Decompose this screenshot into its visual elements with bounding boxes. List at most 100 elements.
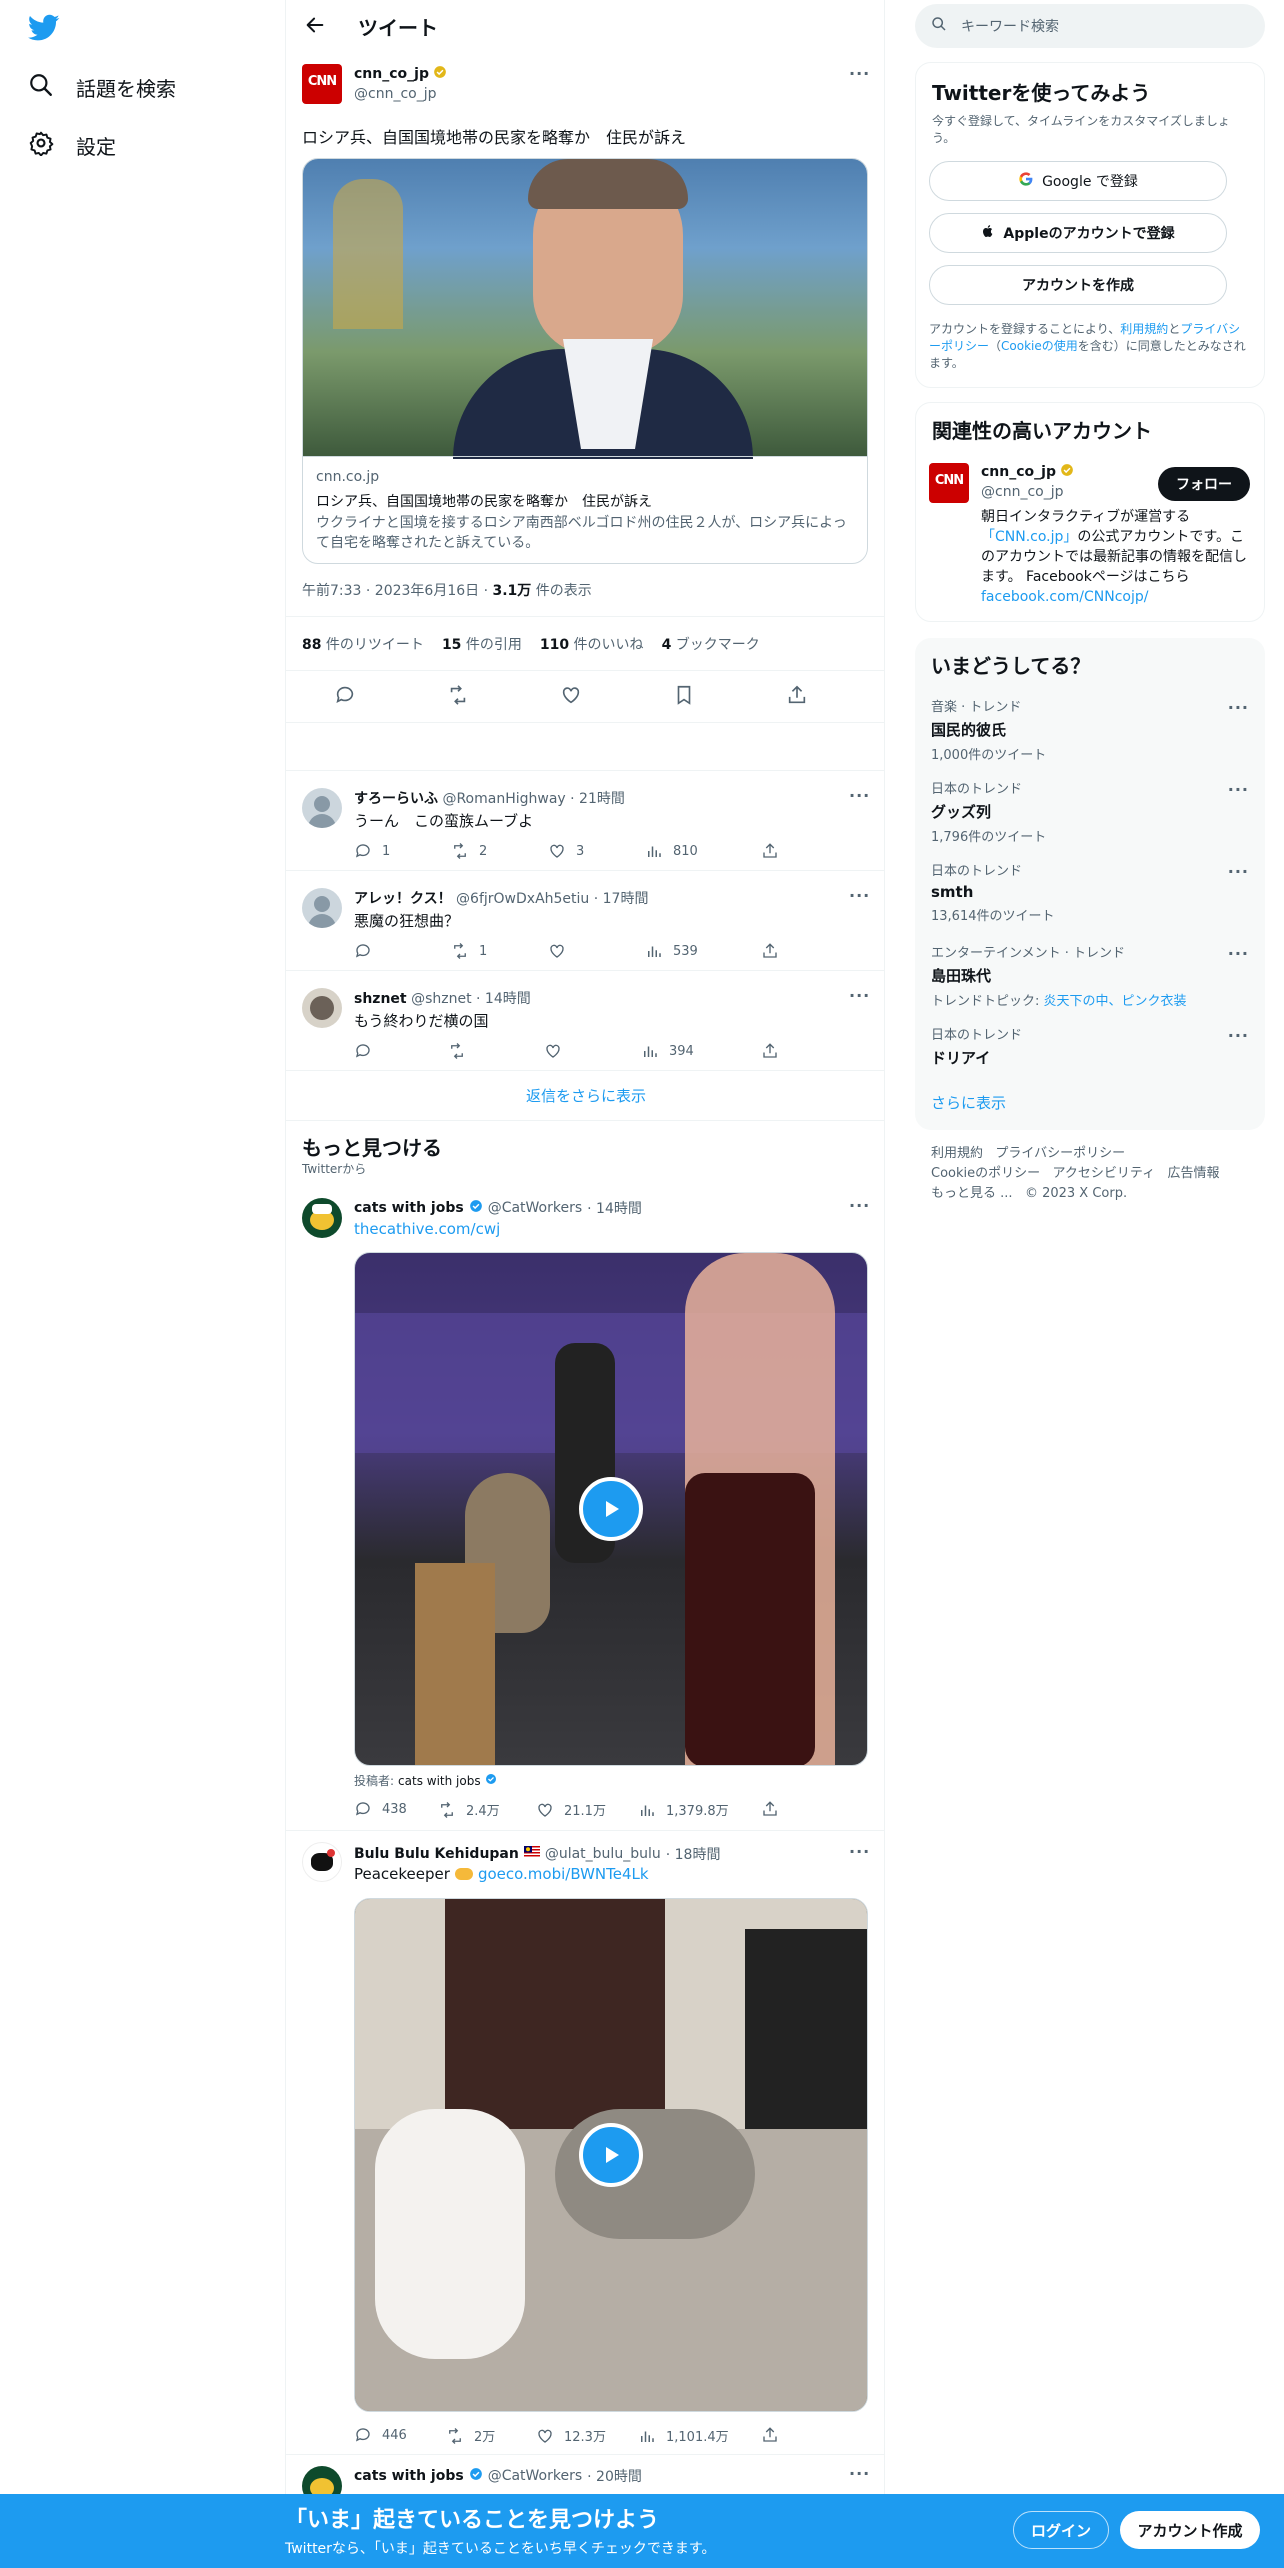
avatar[interactable] [302, 788, 342, 828]
reply-author-name[interactable]: shznet [354, 991, 407, 1007]
more-icon[interactable]: ··· [1228, 780, 1249, 799]
avatar[interactable]: CNN [302, 64, 342, 104]
views-button[interactable]: 1,101.4万 [638, 2426, 729, 2445]
retweet-button[interactable] [448, 1042, 476, 1060]
more-icon[interactable]: ··· [849, 886, 870, 905]
reply-button[interactable]: 446 [354, 2426, 407, 2444]
more-icon[interactable]: ··· [1228, 1026, 1249, 1045]
reply-author-name[interactable]: アレッ！クス！ [354, 891, 452, 907]
promo-author-name[interactable]: Bulu Bulu Kehidupan [354, 1846, 519, 1862]
apple-signup-button[interactable]: Appleのアカウントで登録 [929, 213, 1227, 253]
related-author[interactable]: cnn_co_jp [981, 463, 1074, 481]
avatar[interactable] [302, 1198, 342, 1238]
footer-privacy-link[interactable]: プライバシーポリシー [995, 1146, 1125, 1161]
promo-tweet[interactable]: Bulu Bulu Kehidupan @ulat_bulu_bulu · 18… [286, 1830, 884, 2470]
link-card[interactable]: cnn.co.jp ロシア兵、自国国境地帯の民家を略奪か 住民が訴え ウクライナ… [302, 158, 868, 564]
views-button[interactable]: 394 [641, 1042, 694, 1060]
reply-button[interactable] [354, 942, 382, 960]
retweet-icon[interactable] [447, 684, 469, 710]
retweets-stat[interactable]: 88 件のリツイート [302, 634, 424, 654]
reply-author-name[interactable]: すろーらいふ [354, 791, 438, 807]
promo-author-name[interactable]: cats with jobs [354, 1200, 464, 1216]
more-icon[interactable]: ··· [849, 1196, 870, 1215]
retweet-button[interactable]: 2 [451, 842, 487, 860]
more-icon[interactable]: ··· [849, 786, 870, 805]
more-icon[interactable]: ··· [1228, 862, 1249, 881]
like-button[interactable]: 3 [548, 842, 584, 860]
footer-cookie-link[interactable]: Cookieのポリシー [931, 1166, 1040, 1181]
reply-icon[interactable] [334, 684, 356, 710]
credit-name[interactable]: cats with jobs [398, 1774, 481, 1788]
like-button[interactable]: 12.3万 [536, 2426, 606, 2445]
footer-more-link[interactable]: もっと見る ... [931, 1186, 1013, 1201]
avatar[interactable] [302, 988, 342, 1028]
promo-author-name[interactable]: cats with jobs [354, 2468, 464, 2484]
bio-link[interactable]: 「CNN.co.jp」 [981, 529, 1077, 545]
bookmark-icon[interactable] [673, 684, 695, 710]
more-icon[interactable]: ··· [849, 64, 870, 83]
reply-button[interactable]: 1 [354, 842, 390, 860]
footer-terms-link[interactable]: 利用規約 [931, 1146, 983, 1161]
login-button[interactable]: ログイン [1013, 2511, 1109, 2549]
promo-tweet[interactable]: cats with jobs @CatWorkers · 14時間 ··· th… [286, 1180, 884, 1830]
promo-time[interactable]: · 20時間 [587, 2466, 642, 2486]
retweet-button[interactable]: 1 [451, 942, 487, 960]
views-button[interactable]: 1,379.8万 [638, 1800, 729, 1819]
reply-tweet[interactable]: アレッ！クス！ @6fjrOwDxAh5etiu · 17時間 ··· 悪魔の狂… [286, 870, 884, 970]
reply-button[interactable] [354, 1042, 382, 1060]
promo-tweet[interactable]: cats with jobs @CatWorkers · 20時間 ··· [286, 2454, 884, 2506]
promo-time[interactable]: · 18時間 [666, 1844, 721, 1864]
facebook-link[interactable]: facebook.com/CNNcojp/ [981, 589, 1149, 605]
share-button[interactable] [761, 1042, 779, 1060]
play-icon[interactable] [579, 2123, 643, 2187]
signup-button[interactable]: アカウント作成 [1120, 2511, 1260, 2549]
trend-item[interactable]: 日本のトレンド グッズ列 1,796件のツイート ··· [931, 778, 1249, 845]
retweet-button[interactable]: 2万 [446, 2426, 495, 2445]
search-input[interactable]: キーワード検索 [915, 4, 1265, 48]
quotes-stat[interactable]: 15 件の引用 [442, 634, 522, 654]
show-more-trends-link[interactable]: さらに表示 [931, 1092, 1006, 1113]
promo-link[interactable]: thecathive.com/cwj [354, 1220, 500, 1238]
follow-button[interactable]: フォロー [1158, 467, 1250, 501]
show-more-replies-link[interactable]: 返信をさらに表示 [286, 1085, 884, 1106]
retweet-button[interactable]: 2.4万 [438, 1800, 500, 1819]
trend-topic-link[interactable]: 炎天下の中、ピンク衣装 [1044, 994, 1187, 1009]
promo-time[interactable]: · 14時間 [587, 1198, 642, 1218]
like-icon[interactable] [560, 684, 582, 710]
reply-button[interactable]: 438 [354, 1800, 407, 1818]
like-button[interactable] [548, 942, 576, 960]
trend-item[interactable]: 日本のトレンド ドリアイ ··· [931, 1024, 1249, 1068]
tweet-author[interactable]: cnn_co_jp [354, 65, 447, 83]
footer-accessibility-link[interactable]: アクセシビリティ [1053, 1166, 1156, 1181]
more-icon[interactable]: ··· [849, 1842, 870, 1861]
reply-time[interactable]: · 21時間 [570, 791, 625, 807]
promo-link[interactable]: goeco.mobi/BWNTe4Lk [478, 1865, 649, 1883]
share-button[interactable] [761, 2426, 779, 2444]
avatar[interactable]: CNN [929, 463, 969, 503]
google-signup-button[interactable]: Google で登録 [929, 161, 1227, 201]
back-arrow-icon[interactable] [304, 14, 326, 40]
cookie-link[interactable]: Cookieの使用 [1001, 339, 1078, 353]
trend-item[interactable]: 音楽 · トレンド 国民的彼氏 1,000件のツイート ··· [931, 696, 1249, 763]
views-button[interactable]: 539 [645, 942, 698, 960]
share-button[interactable] [761, 842, 779, 860]
more-icon[interactable]: ··· [1228, 944, 1249, 963]
footer-ads-link[interactable]: 広告情報 [1168, 1166, 1220, 1181]
author-handle[interactable]: @cnn_co_jp [354, 86, 436, 102]
trend-item[interactable]: エンターテインメント · トレンド 島田珠代 トレンドトピック: 炎天下の中、ピンク… [931, 942, 1249, 1009]
share-button[interactable] [761, 1800, 779, 1818]
avatar[interactable] [302, 888, 342, 928]
nav-settings[interactable]: 設定 [28, 130, 116, 161]
more-icon[interactable]: ··· [849, 2464, 870, 2483]
reply-tweet[interactable]: shznet @shznet · 14時間 ··· もう終わりだ横の国 394 [286, 970, 884, 1070]
share-button[interactable] [761, 942, 779, 960]
nav-explore[interactable]: 話題を検索 [28, 72, 176, 103]
bookmarks-stat[interactable]: 4 ブックマーク [662, 634, 760, 654]
reply-time[interactable]: · 14時間 [476, 991, 531, 1007]
reply-time[interactable]: · 17時間 [594, 891, 649, 907]
terms-link[interactable]: 利用規約 [1120, 322, 1168, 336]
create-account-button[interactable]: アカウントを作成 [929, 265, 1227, 305]
views-button[interactable]: 810 [645, 842, 698, 860]
twitter-logo-icon[interactable] [27, 14, 60, 46]
trend-item[interactable]: 日本のトレンド smth 13,614件のツイート ··· [931, 860, 1249, 924]
